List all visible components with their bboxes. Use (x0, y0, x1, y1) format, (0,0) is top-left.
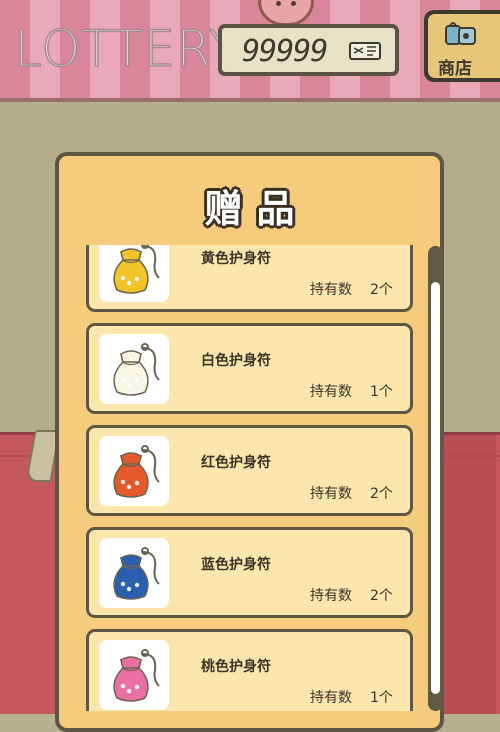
item-thumbnail (99, 640, 169, 710)
shop-bag-icon (445, 22, 476, 45)
quantity-value: 1个 (370, 690, 393, 706)
quantity-label: 持有数 (310, 282, 352, 298)
gift-list[interactable]: 黄色护身符 持有数 2个 白色护身符 持有数 1个 红色护身符 持有数 2个 蓝… (86, 245, 418, 711)
shop-label: 商店 (438, 59, 472, 79)
item-thumbnail (99, 538, 169, 608)
quantity-value: 2个 (370, 282, 393, 298)
blue-charm-pouch-icon (113, 547, 160, 600)
red-charm-pouch-icon (113, 445, 160, 498)
ticket-counter: 99999 (218, 24, 399, 76)
quantity-label: 持有数 (310, 588, 352, 604)
item-name: 红色护身符 (201, 455, 271, 471)
item-thumbnail (99, 334, 169, 404)
shop-button[interactable]: 商店 (424, 10, 500, 82)
lottery-title: LOTTERY (13, 19, 241, 79)
quantity-label: 持有数 (310, 486, 352, 502)
pink-charm-pouch-icon (113, 649, 160, 702)
gift-item-card[interactable]: 桃色护身符 持有数 1个 (86, 629, 413, 711)
quantity-value: 1个 (370, 384, 393, 400)
gift-item-card[interactable]: 蓝色护身符 持有数 2个 (86, 527, 413, 618)
dialog-title: 赠品 (204, 187, 309, 231)
quantity-label: 持有数 (310, 384, 352, 400)
quantity-value: 2个 (370, 588, 393, 604)
yellow-charm-pouch-icon (113, 245, 160, 294)
quantity-label: 持有数 (310, 690, 352, 706)
item-name: 蓝色护身符 (201, 557, 271, 573)
gift-item-card[interactable]: 白色护身符 持有数 1个 (86, 323, 413, 414)
item-thumbnail (99, 245, 169, 302)
white-charm-pouch-icon (113, 343, 160, 396)
scrollbar-thumb[interactable] (431, 282, 440, 694)
ticket-count: 99999 (242, 34, 328, 69)
scrollbar[interactable] (428, 246, 443, 711)
gift-item-card[interactable]: 黄色护身符 持有数 2个 (86, 245, 413, 312)
item-name: 桃色护身符 (201, 659, 271, 675)
item-thumbnail (99, 436, 169, 506)
gift-item-card[interactable]: 红色护身符 持有数 2个 (86, 425, 413, 516)
quantity-value: 2个 (370, 486, 393, 502)
item-name: 黄色护身符 (201, 251, 271, 267)
ticket-icon (349, 42, 381, 60)
item-name: 白色护身符 (201, 353, 271, 369)
